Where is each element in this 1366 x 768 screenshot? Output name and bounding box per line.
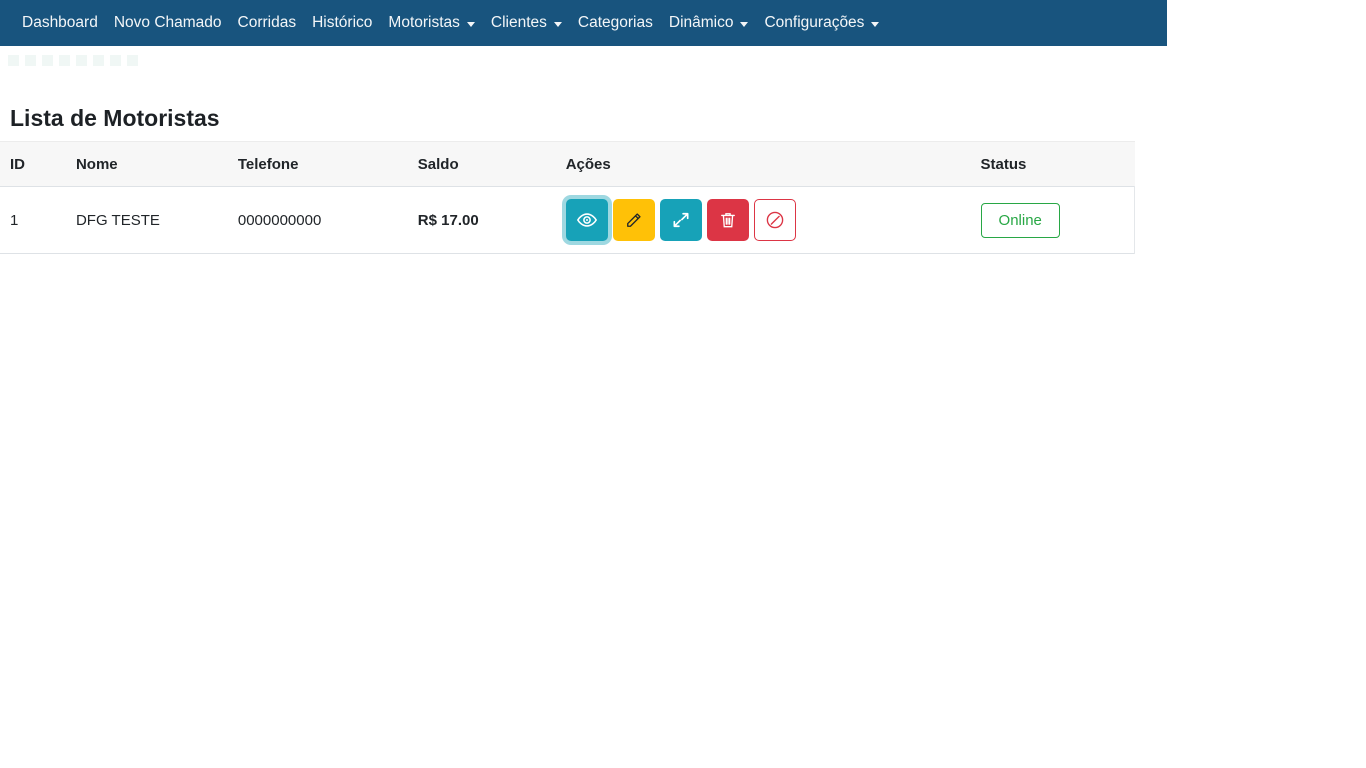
block-button[interactable] [753, 199, 796, 241]
page-title: Lista de Motoristas [10, 105, 220, 131]
trash-icon [718, 210, 738, 230]
nav-item-clientes[interactable]: Clientes [483, 0, 570, 46]
nav-item-configuracoes[interactable]: Configurações [756, 0, 887, 46]
nav-item-label: Dashboard [22, 14, 98, 31]
nav-item-historico[interactable]: Histórico [304, 0, 380, 46]
nav-item-motoristas[interactable]: Motoristas [380, 0, 483, 46]
column-header-nome: Nome [75, 155, 118, 173]
chevron-down-icon [740, 21, 749, 27]
nav-item-novo-chamado[interactable]: Novo Chamado [106, 0, 230, 46]
nav-item-label: Corridas [237, 14, 297, 31]
cell-saldo: R$ 17.00 [417, 211, 479, 229]
faded-placeholder-dots [8, 55, 1366, 66]
column-header-status: Status [980, 155, 1027, 173]
expand-button[interactable] [659, 199, 702, 241]
table-row: 1 DFG TESTE 0000000000 R$ 17.00 Online [0, 186, 1135, 254]
actions-group [565, 199, 961, 241]
delete-button[interactable] [706, 199, 749, 241]
chevron-down-icon [871, 21, 880, 27]
column-header-telefone: Telefone [237, 155, 299, 173]
cell-id: 1 [10, 211, 19, 229]
cell-nome: DFG TESTE [75, 211, 160, 229]
motoristas-table: ID Nome Telefone Saldo Ações Status 1 DF… [0, 141, 1135, 254]
nav-item-dashboard[interactable]: Dashboard [14, 0, 106, 46]
table-header-row: ID Nome Telefone Saldo Ações Status [0, 141, 1135, 187]
chevron-down-icon [553, 21, 562, 27]
edit-button[interactable] [612, 199, 655, 241]
nav-item-categorias[interactable]: Categorias [570, 0, 661, 46]
column-header-saldo: Saldo [417, 155, 459, 173]
slash-circle-icon [764, 209, 786, 231]
nav-item-label: Histórico [312, 14, 373, 31]
pencil-icon [624, 210, 644, 230]
view-button[interactable] [565, 199, 608, 241]
nav-item-corridas[interactable]: Corridas [230, 0, 305, 46]
nav-item-dinamico[interactable]: Dinâmico [661, 0, 757, 46]
arrows-expand-icon [671, 210, 691, 230]
column-header-acoes: Ações [565, 155, 611, 173]
nav-item-label: Dinâmico [668, 14, 734, 31]
nav-item-label: Motoristas [388, 14, 460, 31]
cell-telefone: 0000000000 [237, 211, 322, 229]
chevron-down-icon [466, 21, 475, 27]
eye-icon [576, 209, 598, 231]
cell-acoes [556, 187, 971, 254]
nav-item-label: Configurações [764, 14, 865, 31]
column-header-id: ID [10, 155, 25, 173]
nav-item-label: Novo Chamado [113, 14, 222, 31]
nav-item-label: Categorias [577, 14, 653, 31]
nav-item-label: Clientes [490, 14, 547, 31]
status-button[interactable]: Online [980, 202, 1060, 238]
cell-status: Online [970, 186, 1135, 254]
top-navbar: Dashboard Novo Chamado Corridas Históric… [0, 0, 1167, 46]
